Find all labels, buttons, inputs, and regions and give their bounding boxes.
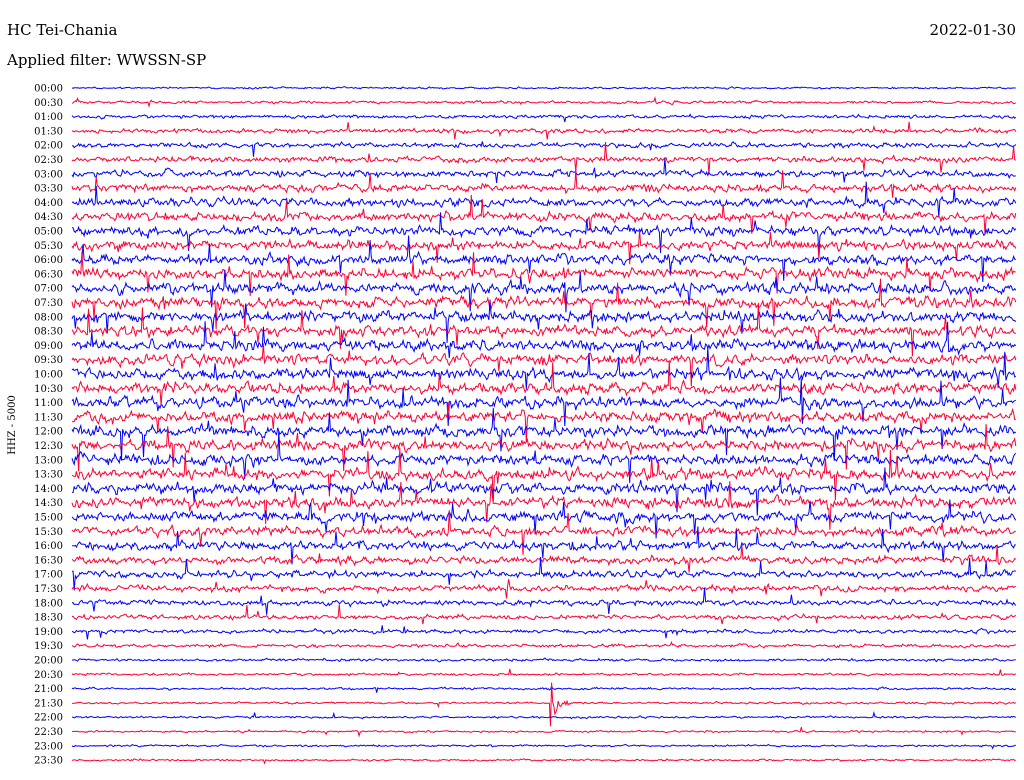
time-label: 10:00: [34, 370, 63, 381]
trace-2000: [71, 657, 1016, 663]
time-label: 11:00: [34, 398, 63, 409]
trace-0600: [71, 235, 1017, 283]
time-label: 21:00: [34, 684, 63, 695]
trace-2100: [71, 684, 1017, 693]
trace-0230: [71, 141, 1017, 175]
time-label: 06:30: [34, 269, 63, 280]
trace-1000: [71, 346, 1017, 390]
time-label: 00:30: [34, 98, 63, 109]
time-label: 07:30: [34, 298, 63, 309]
time-label: 23:30: [34, 756, 63, 767]
helicorder-plot: 00:00 00:30 01:00 01:30 02:00 02:30 03:00 03:30…: [7, 84, 1017, 767]
trace-0830: [71, 302, 1017, 357]
time-label: 01:30: [34, 126, 63, 137]
trace-0100: [71, 113, 1017, 123]
time-label: 10:30: [34, 384, 63, 395]
time-label: 12:30: [34, 441, 63, 452]
trace-1430: [71, 481, 1017, 530]
trace-0000: [71, 86, 1016, 90]
time-label: 08:00: [34, 312, 63, 323]
time-label: 13:30: [34, 470, 63, 481]
trace-0500: [71, 212, 1017, 256]
trace-1900: [71, 625, 1017, 640]
time-label: 04:00: [34, 198, 63, 209]
time-label: 22:00: [34, 713, 63, 724]
traces-group: [71, 86, 1017, 765]
time-label: 18:30: [34, 613, 63, 624]
time-label: 09:30: [34, 355, 63, 366]
time-label: 03:30: [34, 184, 63, 195]
time-label: 21:30: [34, 698, 63, 709]
trace-0200: [72, 140, 1017, 157]
time-label: 07:00: [34, 284, 63, 295]
time-label: 05:00: [34, 227, 63, 238]
trace-1130: [72, 402, 1016, 442]
time-label: 14:00: [34, 484, 63, 495]
time-label: 01:00: [34, 112, 63, 123]
time-label: 16:30: [34, 555, 63, 566]
time-label: 13:00: [34, 455, 63, 466]
trace-2230: [72, 726, 1016, 738]
time-label: 19:00: [34, 627, 63, 638]
y-axis-label: HHZ - 5000: [7, 395, 18, 455]
time-label: 02:30: [34, 155, 63, 166]
trace-1200: [71, 408, 1017, 461]
time-label: 16:00: [34, 541, 63, 552]
trace-1930: [71, 641, 1016, 649]
time-label: 14:30: [34, 498, 63, 509]
time-label: 18:00: [34, 598, 63, 609]
trace-0300: [71, 157, 1016, 184]
time-label: 08:30: [34, 327, 63, 338]
trace-0130: [71, 121, 1017, 140]
trace-2030: [71, 668, 1017, 677]
time-label: 22:30: [34, 727, 63, 738]
trace-1800: [71, 587, 1017, 615]
time-label: 19:30: [34, 641, 63, 652]
time-label: 23:00: [34, 741, 63, 752]
trace-1730: [71, 579, 1017, 599]
trace-0030: [71, 95, 1016, 109]
time-ticks-group: 00:00 00:30 01:00 01:30 02:00 02:30 03:00 03:30…: [34, 84, 63, 767]
trace-0330: [71, 169, 1017, 198]
trace-2330: [71, 758, 1016, 765]
time-label: 00:00: [34, 84, 63, 95]
time-label: 20:00: [34, 656, 63, 667]
time-label: 15:00: [34, 513, 63, 524]
time-label: 17:30: [34, 584, 63, 595]
time-label: 05:30: [34, 241, 63, 252]
time-label: 06:00: [34, 255, 63, 266]
time-label: 17:00: [34, 570, 63, 581]
trace-2300: [71, 743, 1016, 750]
time-label: 03:00: [34, 169, 63, 180]
time-label: 12:00: [34, 427, 63, 438]
trace-2200: [72, 710, 1017, 720]
time-label: 20:30: [34, 670, 63, 681]
time-label: 15:30: [34, 527, 63, 538]
time-label: 09:00: [34, 341, 63, 352]
time-label: 02:00: [34, 141, 63, 152]
time-label: 11:30: [34, 412, 63, 423]
trace-0430: [71, 194, 1017, 234]
trace-1830: [71, 604, 1017, 625]
trace-0930: [71, 343, 1017, 387]
time-label: 04:30: [34, 212, 63, 223]
